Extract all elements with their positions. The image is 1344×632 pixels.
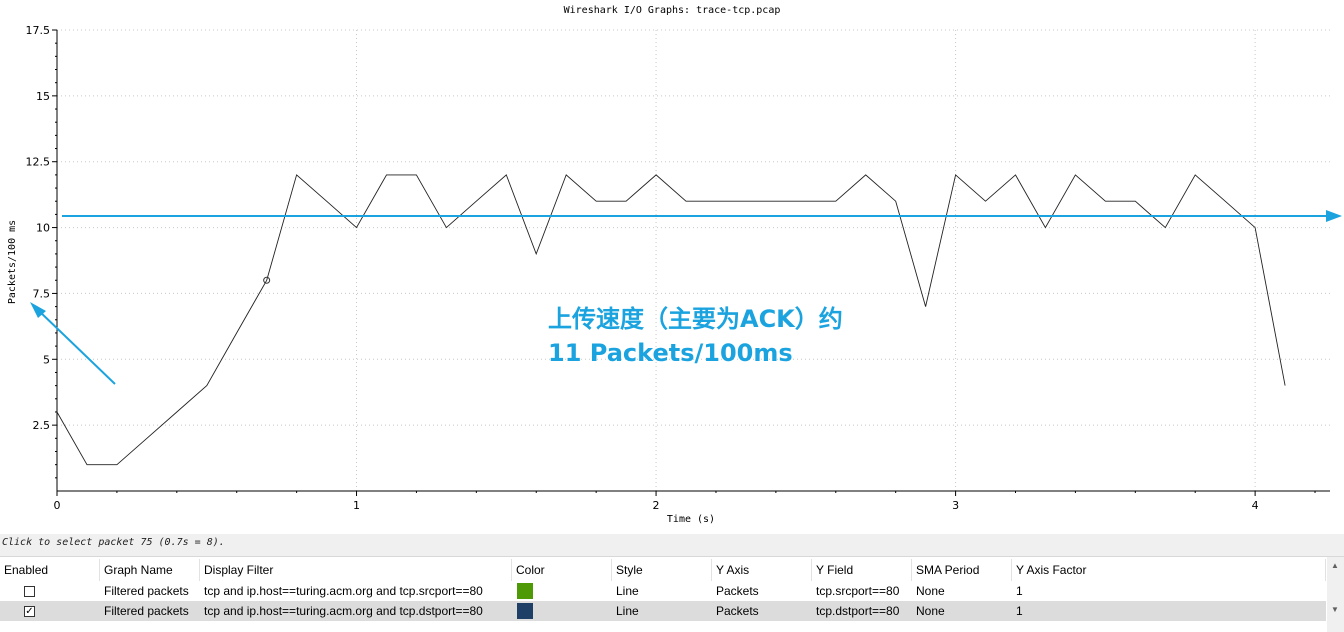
axes: [56, 30, 1330, 492]
annotation-overlay: 上传速度（主要为ACK）约 11 Packets/100ms: [30, 210, 1342, 385]
table-row[interactable]: ✓ Filtered packets tcp and ip.host==turi…: [0, 601, 1326, 621]
header-graph-name[interactable]: Graph Name: [100, 559, 200, 581]
enabled-checkbox[interactable]: ✓: [24, 605, 35, 617]
io-graph-canvas[interactable]: Wireshark I/O Graphs: trace-tcp.pcap 2.5…: [0, 0, 1344, 532]
header-enabled[interactable]: Enabled: [0, 559, 100, 581]
y-tick-label: 12.5: [26, 156, 51, 169]
y-axis-cell[interactable]: Packets: [712, 581, 812, 601]
y-axis-factor-cell[interactable]: 1: [1012, 581, 1326, 601]
color-cell[interactable]: [512, 581, 612, 601]
x-tick-label: 2: [653, 499, 660, 512]
display-filter-cell[interactable]: tcp and ip.host==turing.acm.org and tcp.…: [200, 581, 512, 601]
status-hint: Click to select packet 75 (0.7s = 8).: [0, 534, 1344, 556]
graph-title: Wireshark I/O Graphs: trace-tcp.pcap: [564, 5, 781, 16]
scroll-up-icon[interactable]: ▲: [1331, 561, 1339, 570]
header-sma-period[interactable]: SMA Period: [912, 559, 1012, 581]
x-axis-title: Time (s): [667, 514, 715, 525]
style-cell[interactable]: Line: [612, 601, 712, 621]
grid: [57, 29, 1330, 491]
y-field-cell[interactable]: tcp.srcport==80: [812, 581, 912, 601]
enabled-checkbox[interactable]: [24, 585, 35, 597]
header-display-filter[interactable]: Display Filter: [200, 559, 512, 581]
header-style[interactable]: Style: [612, 559, 712, 581]
x-tick-label: 4: [1252, 499, 1259, 512]
color-cell[interactable]: [512, 601, 612, 621]
enabled-cell[interactable]: ✓: [0, 601, 100, 621]
y-tick-label: 15: [36, 90, 50, 103]
color-swatch[interactable]: [517, 603, 533, 619]
enabled-cell[interactable]: [0, 581, 100, 601]
y-axis-cell[interactable]: Packets: [712, 601, 812, 621]
x-tick-label: 3: [952, 499, 959, 512]
average-arrow-head: [1326, 210, 1342, 222]
x-tick-label: 0: [54, 499, 61, 512]
annotation-line-2: 11 Packets/100ms: [548, 339, 793, 367]
annotation-line-1: 上传速度（主要为ACK）约: [548, 305, 843, 333]
style-cell[interactable]: Line: [612, 581, 712, 601]
y-tick-label: 7.5: [33, 287, 51, 300]
color-swatch[interactable]: [517, 583, 533, 599]
y-tick-label: 10: [36, 222, 50, 235]
y-field-cell[interactable]: tcp.dstport==80: [812, 601, 912, 621]
y-tick-label: 2.5: [33, 419, 51, 432]
table-header: Enabled Graph Name Display Filter Color …: [0, 559, 1326, 581]
tick-labels: 2.5 5 7.5 10 12.5 15 17.5 0 1 2 3 4: [26, 24, 1316, 512]
header-color[interactable]: Color: [512, 559, 612, 581]
header-y-axis[interactable]: Y Axis: [712, 559, 812, 581]
y-tick-label: 5: [43, 353, 50, 366]
sma-period-cell[interactable]: None: [912, 601, 1012, 621]
table-row[interactable]: Filtered packets tcp and ip.host==turing…: [0, 581, 1326, 601]
io-graph-plot[interactable]: Wireshark I/O Graphs: trace-tcp.pcap 2.5…: [0, 0, 1344, 532]
y-axis-factor-cell[interactable]: 1: [1012, 601, 1326, 621]
x-tick-label: 1: [353, 499, 360, 512]
table-scrollbar[interactable]: ▲ ▼: [1327, 557, 1344, 632]
header-y-field[interactable]: Y Field: [812, 559, 912, 581]
y-tick-label: 17.5: [26, 24, 51, 37]
graph-name-cell[interactable]: Filtered packets: [100, 601, 200, 621]
y-axis-title: Packets/100 ms: [7, 220, 18, 304]
display-filter-cell[interactable]: tcp and ip.host==turing.acm.org and tcp.…: [200, 601, 512, 621]
graph-name-cell[interactable]: Filtered packets: [100, 581, 200, 601]
header-y-axis-factor[interactable]: Y Axis Factor: [1012, 559, 1326, 581]
sma-period-cell[interactable]: None: [912, 581, 1012, 601]
scroll-down-icon[interactable]: ▼: [1331, 605, 1339, 614]
graph-list-table: Enabled Graph Name Display Filter Color …: [0, 556, 1344, 632]
pointer-arrow-line: [37, 309, 116, 385]
